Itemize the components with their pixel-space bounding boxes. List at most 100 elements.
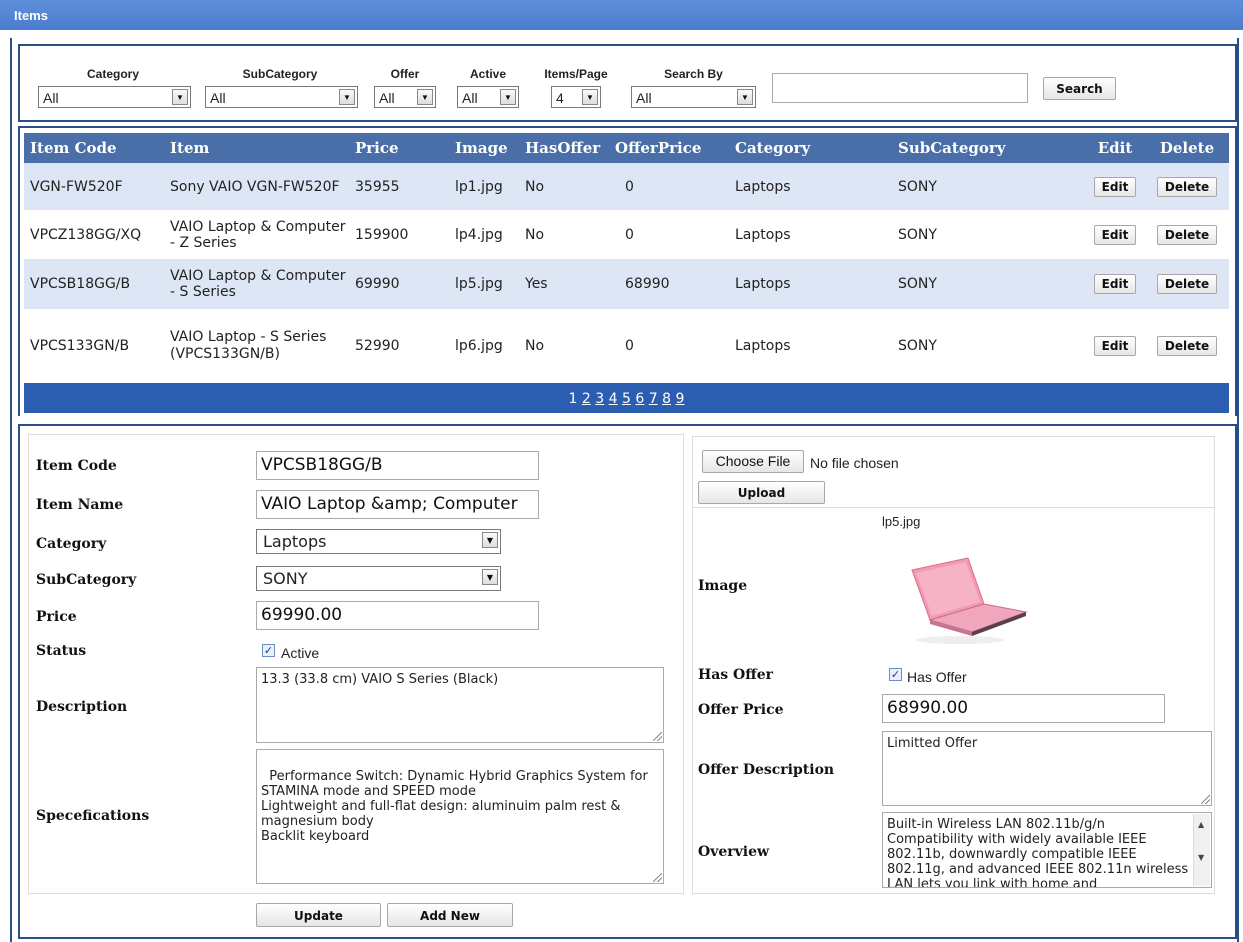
cell-offer-price: 0 [615,309,725,383]
description-label: Description [36,699,128,715]
overview-text: Built-in Wireless LAN 802.11b/g/n Compat… [887,817,1189,888]
search-input[interactable] [772,73,1028,103]
subcategory-label: SubCategory [36,572,137,588]
active-checkbox-label: Active [281,645,320,661]
offer-price-label: Offer Price [698,702,784,718]
offer-filter-select[interactable]: All ▼ [374,86,436,108]
cell-price: 159900 [349,210,449,259]
overview-label: Overview [698,844,770,860]
cell-price: 52990 [349,309,449,383]
cell-subcategory: SONY [898,259,1085,309]
pager-link[interactable]: 7 [649,391,658,407]
price-input[interactable]: 69990.00 [256,601,539,630]
resize-grip-icon[interactable] [1201,795,1210,804]
table-row: VPCSB18GG/B VAIO Laptop & Computer - S S… [24,259,1229,309]
edit-button[interactable]: Edit [1093,224,1137,245]
subcategory-filter-label: SubCategory [242,67,318,81]
cell-image: lp6.jpg [449,309,525,383]
col-delete: Delete [1145,133,1229,163]
pager-link[interactable]: 4 [609,391,618,407]
delete-button[interactable]: Delete [1156,274,1218,294]
chevron-down-icon: ▼ [582,89,598,105]
cell-delete: Delete [1145,309,1229,383]
delete-button[interactable]: Delete [1156,224,1218,245]
table-header-row: Item Code Item Price Image HasOffer Offe… [24,133,1229,163]
has-offer-checkbox[interactable]: ✓ [889,668,902,681]
update-button[interactable]: Update [256,903,381,927]
cell-category: Laptops [725,309,898,383]
cell-image: lp5.jpg [449,259,525,309]
resize-grip-icon[interactable] [653,732,662,741]
offer-filter-label: Offer [390,67,420,81]
col-image: Image [449,133,525,163]
item-code-input[interactable]: VPCSB18GG/B [256,451,539,480]
overview-textarea[interactable]: Built-in Wireless LAN 802.11b/g/n Compat… [882,812,1212,888]
cell-image: lp4.jpg [449,210,525,259]
upload-button[interactable]: Upload [698,481,825,504]
category-filter-select[interactable]: All ▼ [38,86,191,108]
pager-link[interactable]: 2 [582,391,591,407]
edit-button[interactable]: Edit [1093,274,1137,294]
laptop-image [911,557,1028,644]
items-per-page-label: Items/Page [544,67,608,81]
specifications-textarea[interactable]: Performance Switch: Dynamic Hybrid Graph… [256,749,664,884]
active-filter-label: Active [469,67,507,81]
pager-link[interactable]: 9 [676,391,685,407]
description-textarea[interactable]: 13.3 (33.8 cm) VAIO S Series (Black) [256,667,664,743]
category-filter-label: Category [86,67,139,81]
description-text: 13.3 (33.8 cm) VAIO S Series (Black) [261,672,499,687]
offer-description-label: Offer Description [698,762,835,778]
search-by-value: All [636,90,652,106]
offer-description-textarea[interactable]: Limitted Offer [882,731,1212,806]
chevron-down-icon: ▼ [417,89,433,105]
col-category: Category [725,133,898,163]
edit-button[interactable]: Edit [1093,176,1137,197]
items-per-page-select[interactable]: 4 ▼ [551,86,601,108]
subcategory-filter-select[interactable]: All ▼ [205,86,358,108]
cell-category: Laptops [725,259,898,309]
delete-button[interactable]: Delete [1156,176,1218,197]
scroll-down-icon[interactable]: ▼ [1198,850,1204,865]
overview-scrollbar[interactable]: ▲ ▼ [1193,814,1210,886]
pager-link[interactable]: 3 [595,391,604,407]
pager-current-page: 1 [568,391,578,407]
price-label: Price [36,609,77,625]
active-filter-select[interactable]: All ▼ [457,86,519,108]
cell-category: Laptops [725,210,898,259]
status-label: Status [36,643,87,659]
cell-offer-price: 68990 [615,259,725,309]
subcategory-select[interactable]: SONY ▼ [256,566,501,591]
add-new-button[interactable]: Add New [387,903,513,927]
edit-button[interactable]: Edit [1093,336,1137,356]
cell-offer-price: 0 [615,210,725,259]
cell-has-offer: No [525,210,615,259]
resize-grip-icon[interactable] [653,873,662,882]
pager-link[interactable]: 5 [622,391,631,407]
item-name-input[interactable]: VAIO Laptop &amp; Computer [256,490,539,519]
chevron-down-icon: ▼ [339,89,355,105]
pager: 1 2 3 4 5 6 7 8 9 [24,383,1229,413]
offer-description-text: Limitted Offer [887,736,978,751]
choose-file-button[interactable]: Choose File [702,450,804,473]
category-filter-value: All [43,90,59,106]
category-value: Laptops [263,532,327,551]
scroll-up-icon[interactable]: ▲ [1198,817,1204,832]
search-by-select[interactable]: All ▼ [631,86,756,108]
cell-subcategory: SONY [898,210,1085,259]
offer-filter-value: All [379,90,395,106]
delete-button[interactable]: Delete [1156,336,1218,356]
cell-price: 35955 [349,163,449,210]
pager-link[interactable]: 8 [662,391,671,407]
cell-image: lp1.jpg [449,163,525,210]
search-button[interactable]: Search [1043,77,1116,100]
category-select[interactable]: Laptops ▼ [256,529,501,554]
chevron-down-icon: ▼ [482,569,498,585]
cell-item: VAIO Laptop & Computer - S Series [164,259,349,309]
offer-price-input[interactable]: 68990.00 [882,694,1165,723]
cell-item-code: VGN-FW520F [24,163,164,210]
pager-link[interactable]: 6 [635,391,644,407]
cell-edit: Edit [1085,309,1145,383]
cell-item-code: VPCZ138GG/XQ [24,210,164,259]
active-checkbox[interactable]: ✓ [262,644,275,657]
cell-edit: Edit [1085,259,1145,309]
